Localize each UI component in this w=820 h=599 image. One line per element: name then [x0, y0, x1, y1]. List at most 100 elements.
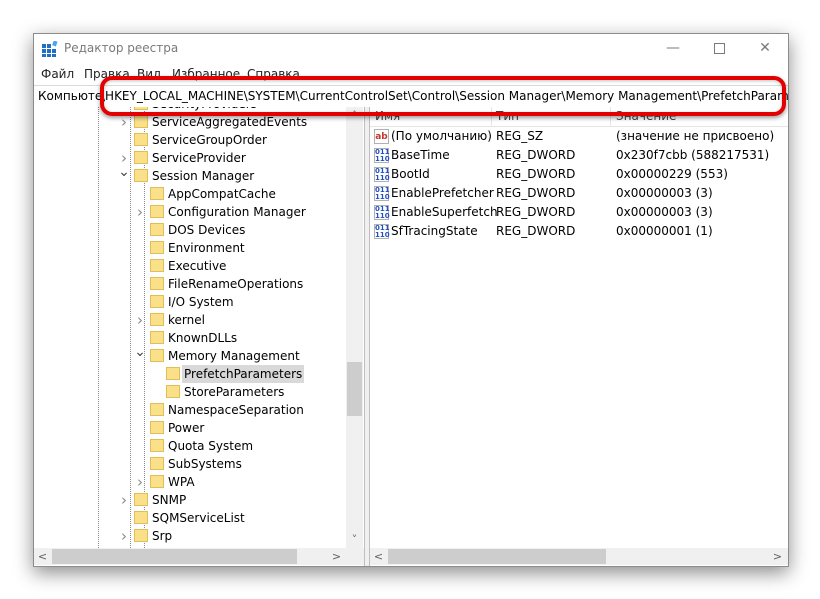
chevron-right-icon[interactable]: ›	[134, 473, 146, 491]
chevron-right-icon[interactable]: ›	[134, 311, 146, 329]
tree-item[interactable]: ⌄ Session Manager	[34, 164, 346, 185]
chevron-down-icon[interactable]: ⌄	[134, 343, 146, 361]
binary-value-icon: 011 110	[374, 186, 390, 201]
address-prefix: Компьюте	[38, 89, 103, 103]
folder-icon	[166, 367, 180, 380]
chevron-down-icon[interactable]: ⌄	[118, 163, 130, 181]
menu-favorites[interactable]: Избранное	[172, 67, 240, 81]
tree-item-label: FileRenameOperations	[168, 277, 304, 291]
folder-icon	[150, 349, 164, 362]
menu-edit[interactable]: Правка	[84, 67, 130, 81]
value-row[interactable]: 011 110 BaseTime REG_DWORD 0x230f7cbb (58821…	[370, 146, 788, 165]
tree-item[interactable]: › kernel	[34, 311, 346, 329]
scroll-down-icon[interactable]: ˅	[346, 531, 363, 548]
list-horizontal-thumb[interactable]	[388, 549, 606, 564]
minimize-icon: —	[666, 40, 680, 56]
close-button[interactable]: ✕	[742, 34, 788, 64]
tree-item-label: ServiceProvider	[152, 151, 246, 165]
tree-item[interactable]: › ServiceProvider	[34, 149, 346, 167]
chevron-right-icon[interactable]: ›	[118, 491, 130, 509]
scroll-left-icon[interactable]: <	[34, 548, 51, 565]
tree-item-label: PrefetchParameters	[182, 365, 305, 383]
tree-item[interactable]: AppCompatCache	[34, 185, 346, 203]
tree-item-label: Memory Management	[168, 349, 300, 363]
chevron-right-icon[interactable]: ›	[134, 203, 146, 221]
tree-item-label: NamespaceSeparation	[168, 403, 304, 417]
tree-item[interactable]: StoreParameters	[34, 383, 346, 401]
tree-vertical-scrollbar[interactable]: ˄ ˅	[346, 107, 363, 548]
scroll-right-icon[interactable]: >	[769, 548, 786, 565]
tree-horizontal-scrollbar[interactable]: < >	[34, 548, 364, 565]
tree-item[interactable]: FileRenameOperations	[34, 275, 346, 293]
folder-icon	[150, 241, 164, 254]
minimize-button[interactable]: —	[650, 34, 696, 64]
tree-item[interactable]: ServiceGroupOrder	[34, 131, 346, 149]
menu-file[interactable]: Файл	[41, 67, 74, 81]
column-name[interactable]: Имя	[375, 109, 400, 123]
tree-item[interactable]: SQMServiceList	[34, 509, 346, 527]
folder-icon	[134, 529, 148, 542]
key-tree: SecurityProviders›ServiceAggregatedEvent…	[34, 107, 364, 548]
value-row[interactable]: 011 110 SfTracingState REG_DWORD 0x00000001 …	[370, 222, 788, 241]
menu-help[interactable]: Справка	[247, 67, 300, 81]
tree-item[interactable]: › Srp	[34, 527, 346, 545]
value-name: (По умолчанию)	[391, 129, 492, 143]
value-data: (значение не присвоено)	[616, 129, 775, 143]
value-type: REG_DWORD	[496, 186, 576, 200]
tree-item[interactable]: NamespaceSeparation	[34, 401, 346, 419]
value-row[interactable]: 011 110 EnableSuperfetch REG_DWORD 0x0000000…	[370, 203, 788, 222]
value-data: 0x00000003 (3)	[616, 205, 713, 219]
tree-item[interactable]: I/O System	[34, 293, 346, 311]
chevron-right-icon[interactable]: ›	[118, 113, 130, 131]
tree-item-label: ServiceAggregatedEvents	[152, 115, 308, 129]
tree-item[interactable]: PrefetchParameters	[34, 365, 346, 383]
binary-value-icon: 011 110	[374, 167, 390, 182]
address-bar[interactable]: Компьюте \HKEY_LOCAL_MACHINE\SYSTEM\Curr…	[34, 85, 788, 108]
value-data: 0x00000001 (1)	[616, 224, 713, 238]
value-list: Имя Тип Значение ab (По умолчанию) REG_SZ (…	[370, 107, 788, 548]
tree-item[interactable]: › WPA	[34, 473, 346, 491]
chevron-right-icon[interactable]: ›	[118, 527, 130, 545]
scroll-up-icon[interactable]: ˄	[346, 107, 363, 124]
value-row[interactable]: 011 110 BootId REG_DWORD 0x00000229 (553)	[370, 165, 788, 184]
value-name: BaseTime	[391, 148, 450, 162]
folder-icon	[134, 511, 148, 524]
tree-item-label: SNMP	[152, 493, 187, 507]
column-data[interactable]: Значение	[616, 109, 676, 123]
scroll-left-icon[interactable]: <	[370, 548, 387, 565]
value-row[interactable]: 011 110 EnablePrefetcher REG_DWORD 0x0000000…	[370, 184, 788, 203]
registry-editor-icon	[42, 41, 58, 57]
scroll-right-icon[interactable]: >	[328, 548, 345, 565]
folder-icon	[134, 107, 148, 110]
tree-item[interactable]: › ServiceAggregatedEvents	[34, 113, 346, 131]
tree-item[interactable]: SubSystems	[34, 455, 346, 473]
folder-icon	[150, 475, 164, 488]
value-row[interactable]: ab (По умолчанию) REG_SZ (значение не присв…	[370, 127, 788, 146]
tree-item[interactable]: Quota System	[34, 437, 346, 455]
tree-item[interactable]: Environment	[34, 239, 346, 257]
tree-item[interactable]: DOS Devices	[34, 221, 346, 239]
tree-item[interactable]: Power	[34, 419, 346, 437]
tree-item-label: kernel	[168, 313, 205, 327]
tree-item-label: SubSystems	[168, 457, 242, 471]
menu-bar: Файл Правка Вид Избранное Справка	[34, 65, 788, 85]
tree-item[interactable]: › SNMP	[34, 491, 346, 509]
column-type[interactable]: Тип	[496, 109, 519, 123]
tree-vertical-thumb[interactable]	[347, 362, 362, 416]
tree-item-label: I/O System	[168, 295, 234, 309]
address-path[interactable]: \HKEY_LOCAL_MACHINE\SYSTEM\CurrentContro…	[101, 89, 788, 103]
tree-item[interactable]: Executive	[34, 257, 346, 275]
tree-item-label: WPA	[168, 475, 195, 489]
list-header: Имя Тип Значение	[370, 107, 788, 127]
tree-horizontal-thumb[interactable]	[52, 549, 297, 564]
tree-item-label: ServiceGroupOrder	[152, 133, 267, 147]
tree-item[interactable]: ⌄ Memory Management	[34, 344, 346, 365]
list-horizontal-scrollbar[interactable]: < >	[370, 548, 788, 565]
maximize-button[interactable]	[696, 34, 742, 64]
folder-icon	[150, 295, 164, 308]
tree-item[interactable]: › Configuration Manager	[34, 203, 346, 221]
tree-item-label: Srp	[152, 529, 173, 543]
tree-item-label: Configuration Manager	[168, 205, 306, 219]
menu-view[interactable]: Вид	[137, 67, 161, 81]
tree-item[interactable]: KnownDLLs	[34, 329, 346, 347]
